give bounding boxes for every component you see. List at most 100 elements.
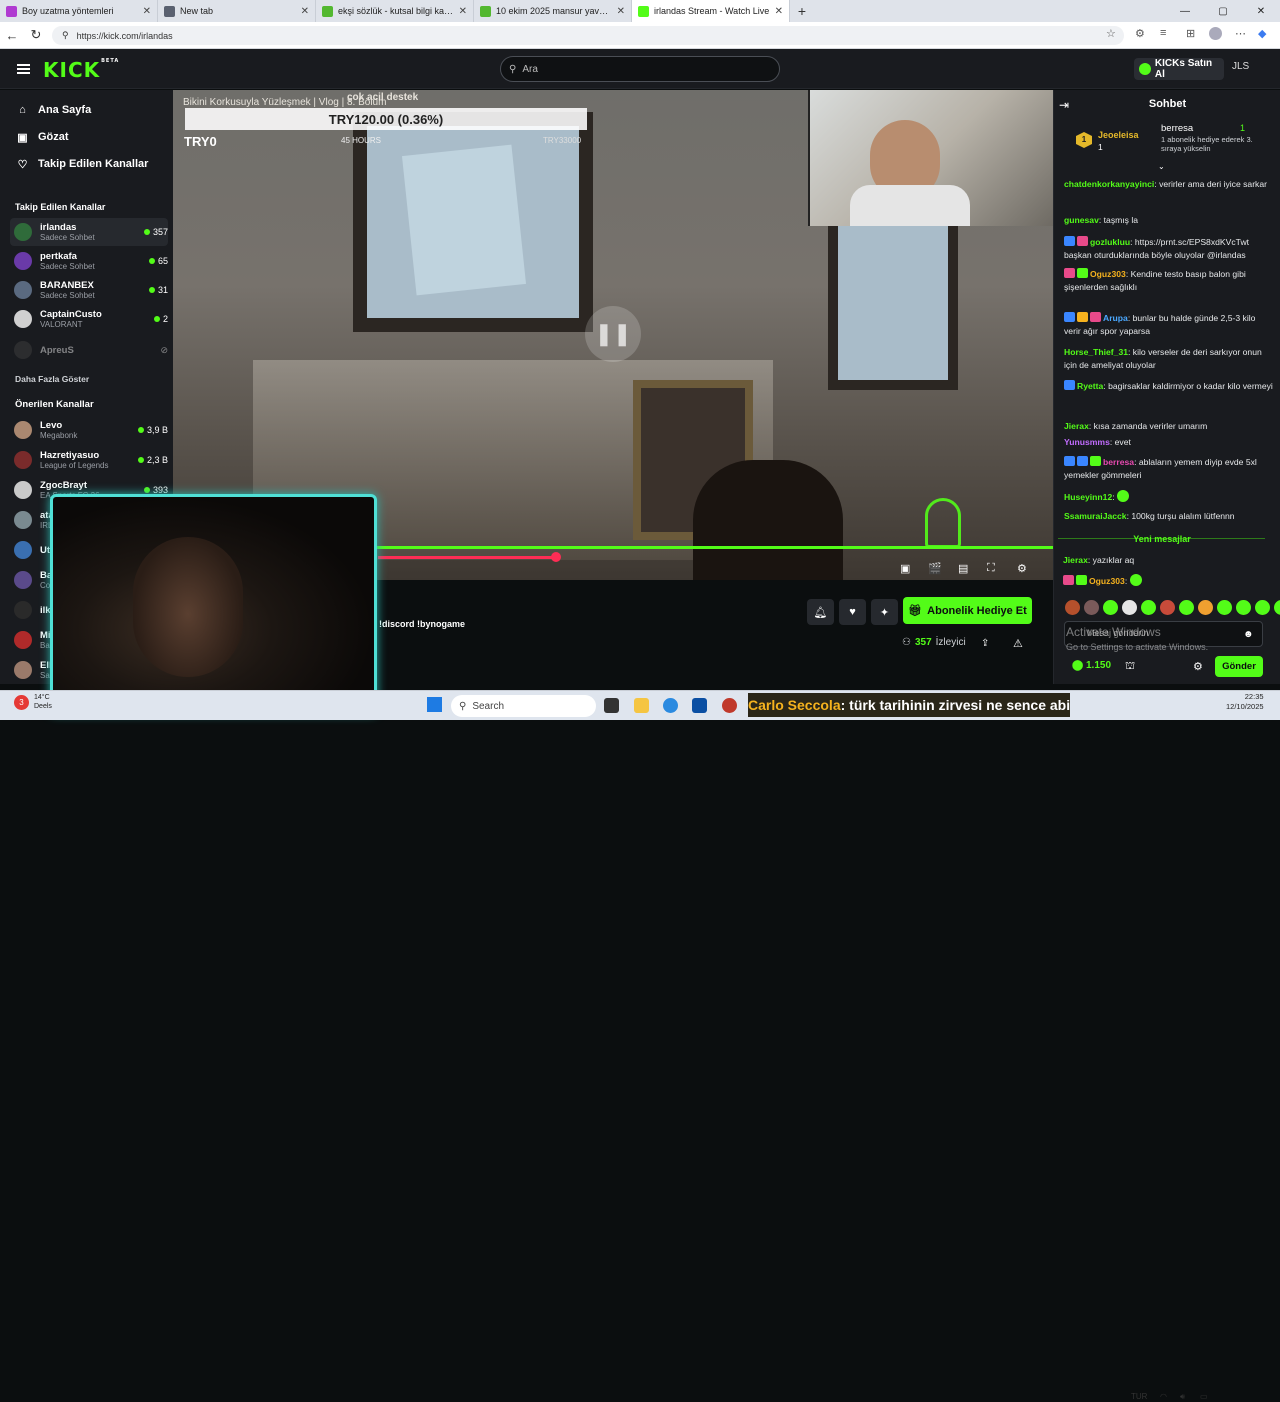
chat-message[interactable]: Huseyinn12: (1064, 490, 1274, 504)
url-field[interactable]: ⚲ https://kick.com/irlandas (52, 26, 1124, 45)
system-clock[interactable]: 22:35 12/10/2025 (1226, 692, 1264, 712)
nav-home[interactable]: ⌂ Ana Sayfa (16, 104, 91, 116)
follow-button[interactable]: ♥ (839, 599, 866, 625)
kicks-balance[interactable]: ⬤ 1.150 (1072, 660, 1111, 671)
nav-following[interactable]: ♡ Takip Edilen Kanallar (16, 158, 149, 171)
volume-icon[interactable]: 🔊︎ (1180, 1392, 1185, 1402)
task-view-icon[interactable] (604, 698, 619, 713)
app-icon[interactable] (722, 698, 737, 713)
chat-username[interactable]: berresa (1103, 457, 1134, 467)
close-window-button[interactable]: ✕ (1242, 0, 1280, 22)
reload-icon[interactable]: ↻ (24, 27, 48, 43)
offline-channel[interactable]: ApreuS ⊘ (10, 336, 168, 364)
chat-username[interactable]: Oguz303 (1090, 269, 1126, 279)
close-icon[interactable]: ✕ (617, 6, 625, 17)
chat-username[interactable]: Jierax (1064, 421, 1089, 431)
chat-message[interactable]: Horse_Thief_31: kilo verseler de deri sa… (1064, 346, 1274, 371)
emote-icon[interactable] (1217, 600, 1232, 615)
followed-channel[interactable]: irlandas Sadece Sohbet 357 (10, 218, 168, 246)
close-icon[interactable]: ✕ (775, 6, 783, 17)
emote-icon[interactable] (1198, 600, 1213, 615)
show-more-link[interactable]: Daha Fazla Göster (15, 374, 89, 384)
chat-message[interactable]: gozlukluu: https://prnt.sc/EPS8xdKVcTwt … (1064, 236, 1274, 261)
hype-button[interactable]: ✦ (871, 599, 898, 625)
chat-username[interactable]: Arupa (1103, 313, 1128, 323)
language-indicator[interactable]: TUR (1131, 1392, 1147, 1401)
chat-message[interactable]: gunesav: taşmış la (1064, 214, 1274, 227)
copilot-icon[interactable]: ◆ (1258, 27, 1266, 40)
browser-tab[interactable]: ekşi sözlük - kutsal bilgi kaynağı ✕ (316, 0, 474, 22)
recommended-channel[interactable]: Hazretiyasuo League of Legends 2,3 B (10, 446, 168, 474)
theater-mode-icon[interactable]: ▣ (900, 562, 910, 575)
emote-icon[interactable] (1084, 600, 1099, 615)
file-explorer-icon[interactable] (634, 698, 649, 713)
new-tab-button[interactable]: + (790, 0, 814, 22)
chat-message[interactable]: Ryetta: bagirsaklar kaldirmiyor o kadar … (1064, 380, 1274, 393)
chat-message[interactable]: SsamuraiJacck: 100kg turşu alalım lütfen… (1064, 510, 1274, 523)
progress-handle[interactable] (550, 552, 561, 562)
kick-logo[interactable]: KICKBETA (43, 58, 119, 82)
emote-icon[interactable] (1274, 600, 1280, 615)
chat-message[interactable]: chatdenkorkanyayinci: verirler ama deri … (1064, 178, 1274, 191)
site-info-icon[interactable]: ⚲ (62, 30, 69, 41)
notifications-button[interactable]: 🔔︎ (807, 599, 834, 625)
followed-channel[interactable]: CaptainCusto VALORANT 2 (10, 305, 168, 333)
emote-icon[interactable] (1160, 600, 1175, 615)
browser-tab[interactable]: 10 ekim 2025 mansur yavaş hakkı ✕ (474, 0, 632, 22)
settings-icon[interactable]: ⚙ (1017, 562, 1027, 575)
battery-icon[interactable]: ▭ (1200, 1392, 1208, 1401)
close-icon[interactable]: ✕ (301, 6, 309, 17)
fullscreen-icon[interactable]: ⛶ (987, 562, 995, 575)
favorites-list-icon[interactable]: ≡ (1160, 27, 1166, 39)
browser-tab[interactable]: New tab ✕ (158, 0, 316, 22)
share-icon[interactable]: ⇪ (981, 638, 989, 649)
gift-shop-icon[interactable]: ⛫ (1125, 660, 1135, 674)
emote-icon[interactable] (1179, 600, 1194, 615)
send-button[interactable]: Gönder (1215, 656, 1263, 677)
collections-icon[interactable]: ⊞ (1186, 27, 1195, 40)
chat-message[interactable]: Jierax: yazıklar aq (1063, 554, 1273, 567)
wifi-icon[interactable]: ◠ (1160, 1392, 1167, 1401)
browser-tab[interactable]: Boy uzatma yöntemleri ✕ (0, 0, 158, 22)
chat-settings-icon[interactable]: ⚙ (1193, 660, 1203, 673)
pip-icon[interactable]: ▤ (958, 562, 968, 575)
followed-channel[interactable]: BARANBEX Sadece Sohbet 31 (10, 276, 168, 304)
emote-icon[interactable] (1065, 600, 1080, 615)
pause-icon[interactable]: ❚❚ (585, 306, 641, 362)
profile-avatar[interactable] (1209, 27, 1222, 40)
search-input[interactable]: ⚲ Ara (500, 56, 780, 82)
chat-username[interactable]: Horse_Thief_31 (1064, 347, 1128, 357)
store-icon[interactable] (692, 698, 707, 713)
back-icon[interactable]: ← (0, 28, 24, 43)
chat-message[interactable]: Yunusmms: evet (1064, 436, 1274, 449)
minimize-button[interactable]: — (1166, 0, 1204, 22)
edge-icon[interactable] (663, 698, 678, 713)
weather-widget[interactable]: 14°C Deels (34, 693, 52, 711)
windows-start-icon[interactable] (427, 697, 442, 712)
extensions-icon[interactable]: ⚙ (1135, 27, 1145, 40)
chat-username[interactable]: Oguz303 (1089, 576, 1125, 586)
emote-icon[interactable] (1236, 600, 1251, 615)
emote-icon[interactable] (1103, 600, 1118, 615)
favorite-icon[interactable]: ☆ (1106, 27, 1116, 40)
chat-message[interactable]: Oguz303: Kendine testo basıp balon gibi … (1064, 268, 1274, 293)
chat-message[interactable]: Jierax: kısa zamanda verirler umarım (1064, 420, 1274, 433)
chat-message[interactable]: Arupa: bunlar bu halde günde 2,5-3 kilo … (1064, 312, 1274, 337)
chat-username[interactable]: chatdenkorkanyayinci (1064, 179, 1154, 189)
followed-channel[interactable]: pertkafa Sadece Sohbet 65 (10, 247, 168, 275)
menu-toggle-icon[interactable] (17, 64, 30, 74)
nav-browse[interactable]: ▣ Gözat (16, 131, 68, 144)
user-menu[interactable]: JLS (1232, 61, 1249, 72)
emoji-icon[interactable]: ☻ (1243, 629, 1254, 640)
gift-subscription-button[interactable]: 🎁︎ Abonelik Hediye Et (903, 597, 1032, 624)
chat-username[interactable]: Yunusmms (1064, 437, 1110, 447)
buy-kicks-button[interactable]: KICKs Satın Al (1134, 58, 1224, 80)
emote-icon[interactable] (1255, 600, 1270, 615)
close-icon[interactable]: ✕ (143, 6, 151, 17)
report-icon[interactable]: ⚠ (1013, 637, 1023, 650)
chat-username[interactable]: gozlukluu (1090, 237, 1130, 247)
maximize-button[interactable]: ▢ (1204, 0, 1242, 22)
close-icon[interactable]: ✕ (459, 6, 467, 17)
chat-username[interactable]: SsamuraiJacck (1064, 511, 1127, 521)
emote-icon[interactable] (1122, 600, 1137, 615)
